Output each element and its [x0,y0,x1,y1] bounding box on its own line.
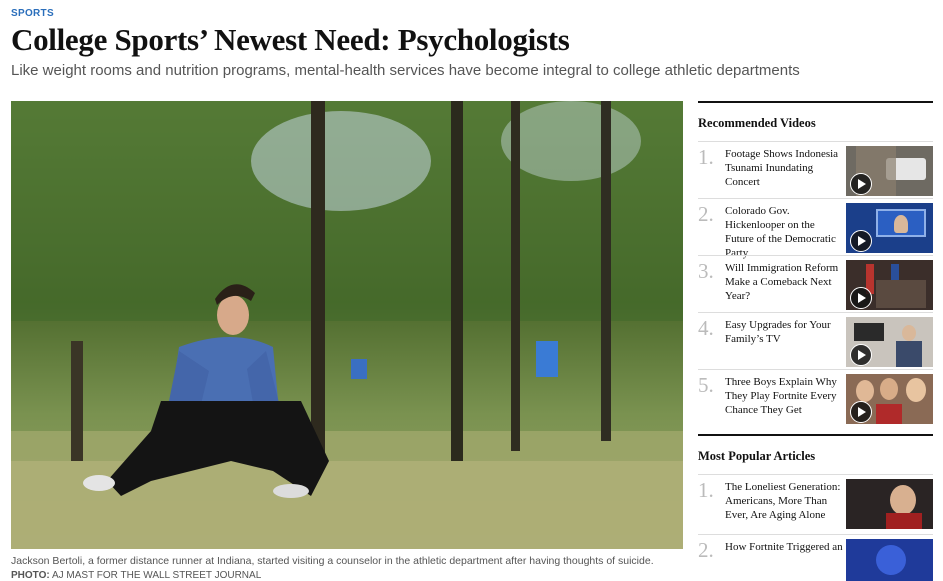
video-title[interactable]: Easy Upgrades for Your Family’s TV [725,318,843,346]
video-rank: 5. [698,373,714,397]
photo-credit: PHOTO: AJ MAST FOR THE WALL STREET JOURN… [11,570,261,581]
article-rank: 1. [698,478,714,502]
play-icon [850,401,872,423]
video-item[interactable]: 3. Will Immigration Reform Make a Comeba… [698,255,933,312]
video-title[interactable]: Three Boys Explain Why They Play Fortnit… [725,375,843,417]
video-thumbnail[interactable] [846,146,933,196]
play-icon [850,287,872,309]
photo-caption: Jackson Bertoli, a former distance runne… [11,555,654,567]
article-title[interactable]: The Loneliest Generation: Americans, Mor… [725,480,843,522]
video-title[interactable]: Colorado Gov. Hickenlooper on the Future… [725,204,843,260]
section-label[interactable]: SPORTS [11,8,54,19]
video-item[interactable]: 5. Three Boys Explain Why They Play Fort… [698,369,933,432]
video-rank: 2. [698,202,714,226]
video-rank: 1. [698,145,714,169]
right-rail: Recommended Videos 1. Footage Shows Indo… [698,101,933,581]
article-title[interactable]: How Fortnite Triggered an [725,540,843,554]
play-icon [850,173,872,195]
video-rank: 4. [698,316,714,340]
video-item[interactable]: 1. Footage Shows Indonesia Tsunami Inund… [698,141,933,198]
video-thumbnail[interactable] [846,317,933,367]
video-title[interactable]: Footage Shows Indonesia Tsunami Inundati… [725,147,843,189]
most-popular-heading: Most Popular Articles [698,449,816,463]
article-item[interactable]: 1. The Loneliest Generation: Americans, … [698,474,933,534]
video-title[interactable]: Will Immigration Reform Make a Comeback … [725,261,843,303]
recommended-videos-heading: Recommended Videos [698,116,816,130]
video-item[interactable]: 2. Colorado Gov. Hickenlooper on the Fut… [698,198,933,259]
play-icon [850,230,872,252]
article-dek: Like weight rooms and nutrition programs… [11,62,800,79]
video-item[interactable]: 4. Easy Upgrades for Your Family’s TV [698,312,933,369]
article-headline: College Sports’ Newest Need: Psychologis… [11,22,570,57]
play-icon [850,344,872,366]
article-thumbnail[interactable] [846,479,933,529]
article-thumbnail[interactable] [846,539,933,581]
article-rank: 2. [698,538,714,562]
photo-credit-label: PHOTO: [11,570,50,581]
video-thumbnail[interactable] [846,374,933,424]
article-item[interactable]: 2. How Fortnite Triggered an [698,534,933,581]
video-rank: 3. [698,259,714,283]
photo-credit-text: AJ MAST FOR THE WALL STREET JOURNAL [51,570,262,581]
video-thumbnail[interactable] [846,260,933,310]
video-thumbnail[interactable] [846,203,933,253]
hero-photo [11,101,683,549]
